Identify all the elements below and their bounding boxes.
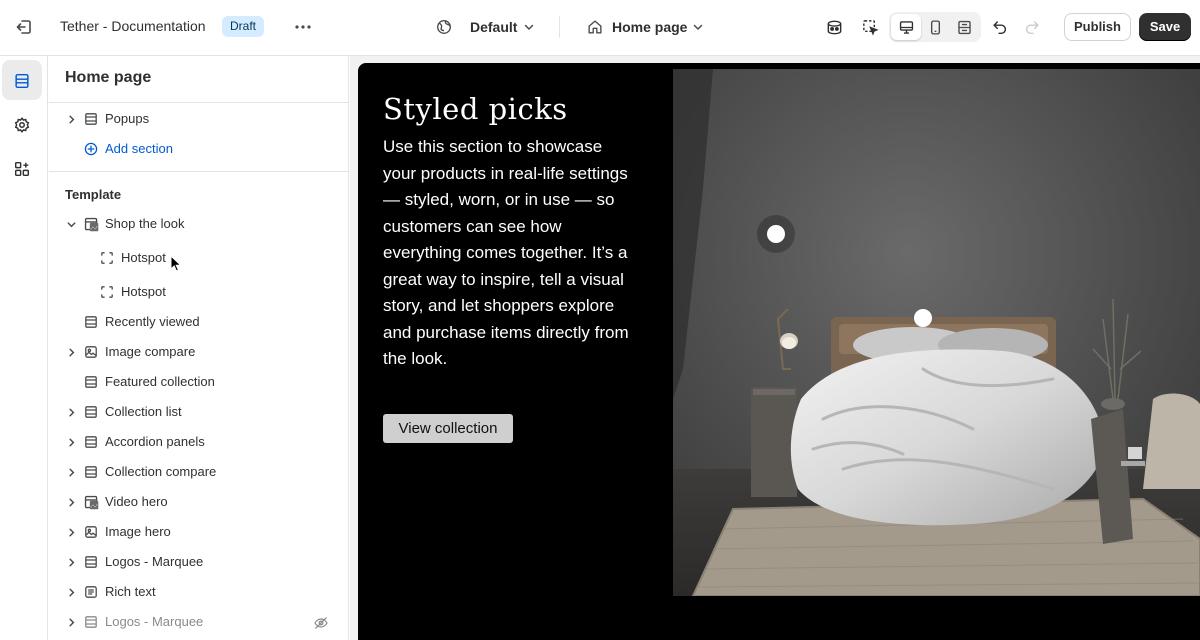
chevron-right-icon[interactable] — [64, 495, 78, 509]
divider — [49, 102, 349, 103]
chevron-right-icon[interactable] — [64, 585, 78, 599]
redo-icon[interactable] — [1020, 15, 1044, 39]
shop-the-look-section: Styled picks Use this section to showcas… — [358, 63, 1200, 640]
save-button[interactable]: Save — [1139, 13, 1191, 41]
section-label: Featured collection — [105, 374, 215, 389]
image-section-icon — [82, 493, 100, 511]
image-icon — [82, 343, 100, 361]
view-collection-button[interactable]: View collection — [383, 414, 513, 443]
store-name: Tether - Documentation — [60, 18, 206, 34]
section-icon — [82, 463, 100, 481]
section-label: Recently viewed — [105, 314, 200, 329]
divider — [49, 171, 349, 172]
section-label: Logos - Marquee — [105, 614, 204, 629]
block-label: Hotspot — [121, 250, 166, 265]
hotspot-marker[interactable] — [757, 215, 795, 253]
undo-icon[interactable] — [988, 15, 1012, 39]
section-label: Collection compare — [105, 464, 217, 479]
image-section-icon — [82, 215, 100, 233]
chevron-right-icon[interactable] — [64, 465, 78, 479]
section-label: Collection list — [105, 404, 182, 419]
chevron-right-icon[interactable] — [64, 615, 78, 629]
section-label: Accordion panels — [105, 434, 205, 449]
page-selector-label: Home page — [612, 19, 688, 35]
select-element-icon[interactable] — [858, 15, 882, 39]
section-label: Shop the look — [105, 216, 185, 231]
hotspot-icon — [98, 249, 116, 267]
chevron-down-icon — [521, 19, 537, 35]
status-badge: Draft — [222, 16, 265, 37]
chevron-right-icon[interactable] — [64, 525, 78, 539]
add-section-label: Add section — [105, 141, 173, 156]
section-label: Image compare — [105, 344, 196, 359]
sections-icon[interactable] — [10, 69, 34, 93]
exit-icon[interactable] — [12, 15, 36, 39]
section-icon — [82, 613, 100, 631]
publish-button[interactable]: Publish — [1064, 13, 1131, 41]
hidden-eye-icon[interactable] — [312, 614, 330, 632]
section-icon — [82, 403, 100, 421]
hotspot-marker[interactable] — [914, 309, 932, 327]
icon-rail — [0, 56, 48, 640]
text-icon — [82, 583, 100, 601]
fullwidth-icon[interactable] — [952, 15, 976, 39]
apps-icon[interactable] — [10, 157, 34, 181]
section-label: Popups — [105, 111, 150, 126]
chevron-down-icon — [690, 19, 706, 35]
section-icon — [82, 373, 100, 391]
add-circle-icon — [82, 140, 100, 158]
section-label: Logos - Marquee — [105, 554, 204, 569]
section-label: Rich text — [105, 584, 156, 599]
template-heading: Template — [65, 187, 122, 202]
section-icon — [82, 110, 100, 128]
hotspot-icon — [98, 283, 116, 301]
chevron-right-icon[interactable] — [64, 112, 78, 126]
divider — [559, 16, 560, 38]
inspector-icon[interactable] — [822, 15, 846, 39]
more-icon[interactable] — [291, 15, 315, 39]
chevron-down-icon[interactable] — [64, 217, 78, 231]
chevron-right-icon[interactable] — [64, 555, 78, 569]
home-icon — [585, 17, 605, 37]
chevron-right-icon[interactable] — [64, 405, 78, 419]
settings-icon[interactable] — [10, 113, 34, 137]
section-label: Video hero — [105, 494, 168, 509]
theme-selector-label: Default — [470, 19, 518, 35]
desktop-icon[interactable] — [894, 15, 918, 39]
section-label: Image hero — [105, 524, 171, 539]
mobile-icon[interactable] — [923, 15, 947, 39]
panel-title: Home page — [65, 69, 152, 86]
section-body-text: Use this section to showcase your produc… — [383, 137, 629, 368]
chevron-right-icon[interactable] — [64, 345, 78, 359]
image-icon — [82, 523, 100, 541]
section-icon — [82, 313, 100, 331]
block-label: Hotspot — [121, 284, 166, 299]
section-icon — [82, 433, 100, 451]
top-bar: Tether - Documentation Draft Default Hom… — [0, 0, 1200, 56]
section-icon — [82, 553, 100, 571]
bedroom-photo — [673, 69, 1200, 596]
mouse-cursor-icon — [168, 254, 184, 274]
globe-icon — [434, 17, 454, 37]
section-heading: Styled picks — [383, 92, 568, 126]
chevron-right-icon[interactable] — [64, 435, 78, 449]
